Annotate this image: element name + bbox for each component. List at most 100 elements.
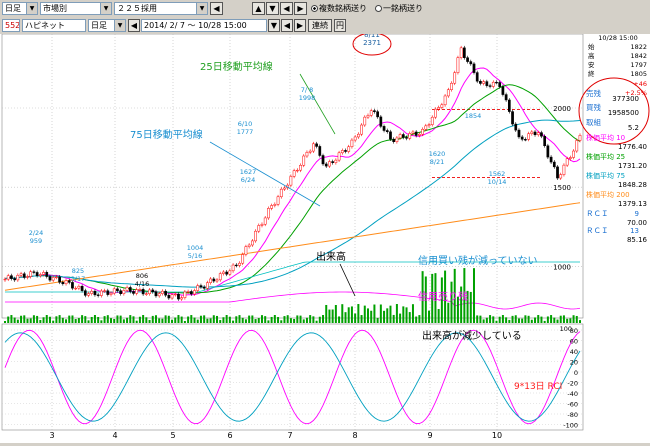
candle-body	[485, 81, 489, 86]
volume-bar	[264, 316, 267, 323]
chart-period-select[interactable]: 日足 ▼	[88, 19, 126, 32]
volume-bar	[142, 315, 145, 323]
annotation-0317: 3/17	[71, 275, 86, 283]
scroll-prev-button[interactable]: ◀	[281, 19, 293, 32]
volume-bar	[26, 318, 29, 323]
candle-body	[180, 297, 184, 300]
candle-body	[132, 291, 135, 294]
radio-single[interactable]: 一銘柄送り	[375, 3, 423, 14]
volume-bar	[357, 304, 360, 323]
volume-bar	[415, 316, 418, 323]
volume-bar	[508, 319, 511, 323]
scroll-left-button[interactable]: ◀	[128, 19, 140, 32]
candle-body	[511, 111, 514, 125]
volume-bar	[10, 315, 13, 323]
code-input[interactable]: 552	[2, 19, 20, 32]
volume-bar	[132, 316, 135, 323]
candle-body	[337, 152, 341, 161]
candle-body	[565, 158, 569, 166]
stock-chart[interactable]: 3 4 5 6 7 8 9 10 2000 1500 1000 80 60 40 20 0 -20 -40 -60-…	[0, 31, 650, 443]
period-select[interactable]: 日足 ▼	[2, 2, 38, 15]
rci-tick-label: 20	[570, 359, 578, 367]
candle-body	[231, 264, 235, 272]
candle-body	[173, 293, 177, 296]
high-annotation: 2371	[363, 39, 381, 47]
volume-bar	[399, 313, 402, 323]
candle-body	[507, 99, 511, 112]
scroll-right-button[interactable]: ▶	[294, 19, 306, 32]
volume-bar	[370, 310, 373, 323]
yen-button[interactable]: 円	[334, 19, 346, 32]
renzoku-button[interactable]: 連続	[308, 19, 332, 32]
rci-tick-label: -80	[567, 411, 578, 419]
volume-bar	[148, 319, 151, 323]
candle-body	[411, 131, 415, 134]
annotation-0610: 6/10	[238, 120, 253, 128]
chevron-down-icon[interactable]: ▼	[114, 20, 125, 31]
volume-bar	[379, 304, 382, 323]
volume-bar	[167, 315, 170, 323]
volume-bar	[360, 315, 363, 323]
volume-bar	[177, 315, 180, 323]
volume-bar	[196, 319, 199, 323]
prev-button[interactable]: ◀	[280, 2, 293, 15]
candle-body	[308, 150, 312, 153]
zoom-down-button[interactable]: ▼	[268, 19, 280, 32]
candle-body	[501, 86, 505, 95]
chevron-down-icon[interactable]: ▼	[196, 3, 207, 14]
panel-ohlc-label: 高	[588, 51, 595, 60]
panel-rci-label: ＲＣＩ	[586, 226, 609, 235]
volume-bar	[4, 321, 6, 323]
volume-bar	[267, 320, 270, 323]
candle-body	[357, 133, 360, 138]
volume-bar	[23, 315, 26, 323]
annotation-1014: 10/14	[488, 178, 507, 186]
volume-bar	[199, 315, 202, 323]
candle-body	[299, 165, 302, 171]
volume-bar	[395, 304, 398, 323]
volume-bar	[383, 310, 386, 323]
candle-body	[482, 81, 485, 84]
candle-body	[540, 132, 543, 137]
radio-multi[interactable]: 複数銘柄送り	[311, 3, 367, 14]
first-button[interactable]: ◀	[210, 2, 223, 15]
panel-ratio-value: 5.2	[628, 124, 639, 132]
candle-body	[254, 230, 257, 242]
candle-body	[167, 294, 171, 299]
market-select[interactable]: 市場別 ▼	[40, 2, 112, 15]
rci-tick-label: 40	[570, 348, 578, 356]
candle-body	[263, 217, 267, 225]
volume-bar	[511, 315, 514, 323]
candle-body	[244, 246, 248, 255]
candle-body	[389, 131, 392, 140]
chart-svg[interactable]: 3 4 5 6 7 8 9 10200015001000806040200-20-40-60-…	[0, 31, 650, 443]
rci-tick-label: -40	[567, 390, 578, 398]
next-button[interactable]: ▶	[294, 2, 307, 15]
candle-body	[398, 134, 402, 139]
candle-body	[405, 137, 408, 139]
index-select[interactable]: ２２５採用 ▼	[114, 2, 208, 15]
candle-body	[71, 282, 74, 289]
down-button[interactable]: ▼	[266, 2, 279, 15]
candle-body	[344, 150, 347, 152]
panel-ma-value: 1776.40	[618, 143, 647, 151]
candle-body	[453, 72, 457, 84]
chevron-down-icon[interactable]: ▼	[26, 3, 37, 14]
panel-ma-label: 株価平均 200	[586, 190, 630, 199]
volume-bar	[543, 320, 546, 323]
candle-body	[559, 174, 563, 179]
volume-bar	[559, 315, 562, 323]
chevron-down-icon[interactable]: ▼	[100, 3, 111, 14]
candle-body	[491, 81, 495, 87]
volume-bar	[527, 315, 530, 323]
volume-bar	[447, 302, 450, 323]
volume-bar	[299, 315, 302, 323]
up-button[interactable]: ▲	[252, 2, 265, 15]
candle-body	[161, 290, 164, 294]
candle-body	[575, 140, 579, 152]
candle-body	[238, 262, 241, 266]
annotation-1014: 1562	[489, 170, 506, 178]
volume-bar	[344, 312, 347, 323]
candle-body	[475, 72, 479, 82]
candle-body	[533, 131, 537, 136]
